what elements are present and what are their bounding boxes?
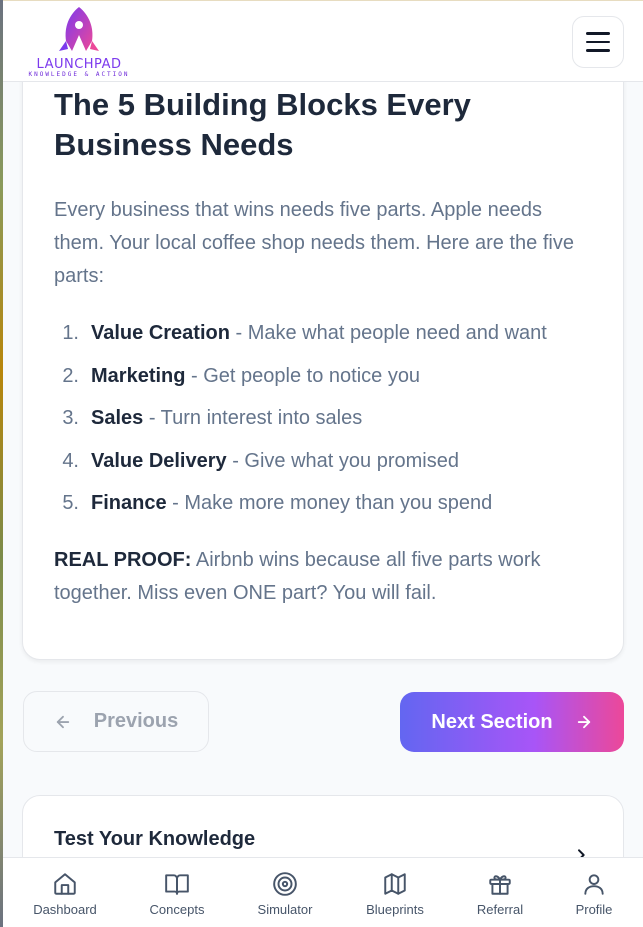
item-description: - Make what people need and want [229, 322, 547, 344]
item-number: 2. [62, 364, 79, 387]
item-number: 5. [62, 492, 79, 514]
item-number: 1. [62, 322, 79, 344]
book-open-icon [165, 874, 189, 895]
list-item: 5. Finance - Make more money than you spe… [54, 486, 614, 529]
nav-label: Dashboard [33, 902, 97, 917]
item-term: Sales [91, 407, 144, 429]
building-blocks-list: 1. Value Creation - Make what people need… [54, 316, 614, 529]
user-icon [584, 874, 604, 895]
lesson-title: The 5 Building Blocks Every Business Nee… [54, 87, 471, 162]
menu-bar [586, 40, 610, 44]
item-description: - Give what you promised [226, 449, 459, 472]
proof-label: REAL PROOF: [54, 549, 192, 571]
item-number: 4. [62, 449, 79, 472]
arrow-right-icon [577, 715, 590, 729]
map-icon [384, 873, 406, 895]
item-term: Value Delivery [91, 449, 227, 472]
background-edge [0, 0, 3, 927]
nav-profile[interactable]: Profile [544, 858, 643, 927]
nav-referral[interactable]: Referral [450, 858, 550, 927]
quiz-title: Test Your Knowledge [54, 828, 256, 850]
item-number: 3. [62, 407, 79, 429]
nav-label: Simulator [257, 902, 313, 917]
nav-label: Profile [575, 902, 613, 917]
home-icon [54, 873, 76, 895]
previous-button[interactable]: Previous [23, 691, 209, 752]
launchpad-logo[interactable]: LAUNCHPAD KNOWLEDGE & ACTION [23, 5, 135, 79]
real-proof-paragraph: REAL PROOF: Airbnb wins because all five… [54, 544, 594, 610]
item-description: - Make more money than you spend [166, 492, 493, 514]
item-term: Value Creation [91, 322, 230, 344]
item-description: - Get people to notice you [185, 364, 421, 387]
nav-blueprints[interactable]: Blueprints [345, 858, 445, 927]
next-section-label: Next Section [431, 710, 553, 733]
target-icon [273, 872, 297, 896]
list-item: 3. Sales - Turn interest into sales [54, 401, 614, 444]
nav-simulator[interactable]: Simulator [235, 858, 335, 927]
nav-dashboard[interactable]: Dashboard [15, 858, 115, 927]
bottom-navigation: Dashboard Concepts Simulator Blueprints … [3, 857, 643, 927]
item-term: Marketing [91, 364, 186, 387]
rocket-logo-icon [59, 7, 99, 51]
logo-subtitle: KNOWLEDGE & ACTION [28, 71, 130, 78]
menu-bar [586, 49, 610, 52]
hamburger-menu-button[interactable] [572, 16, 624, 68]
item-term: Finance [91, 492, 167, 514]
menu-bar [586, 32, 610, 35]
nav-label: Referral [476, 902, 524, 917]
item-description: - Turn interest into sales [143, 407, 363, 429]
previous-label: Previous [93, 710, 179, 732]
logo-title: LAUNCHPAD [36, 57, 122, 72]
arrow-left-icon [56, 715, 69, 728]
nav-concepts[interactable]: Concepts [127, 858, 227, 927]
list-item: 1. Value Creation - Make what people need… [54, 316, 614, 359]
gift-icon [489, 875, 511, 895]
lesson-intro: Every business that wins needs five part… [54, 199, 574, 287]
next-section-button[interactable]: Next Section [400, 692, 624, 752]
app-header: LAUNCHPAD KNOWLEDGE & ACTION [3, 1, 643, 82]
list-item: 2. Marketing - Get people to notice you [54, 359, 614, 402]
lesson-card: The 5 Building Blocks Every Business Nee… [22, 40, 624, 660]
nav-label: Concepts [149, 902, 205, 917]
list-item: 4. Value Delivery - Give what you promise… [54, 444, 614, 487]
nav-label: Blueprints [366, 902, 424, 917]
